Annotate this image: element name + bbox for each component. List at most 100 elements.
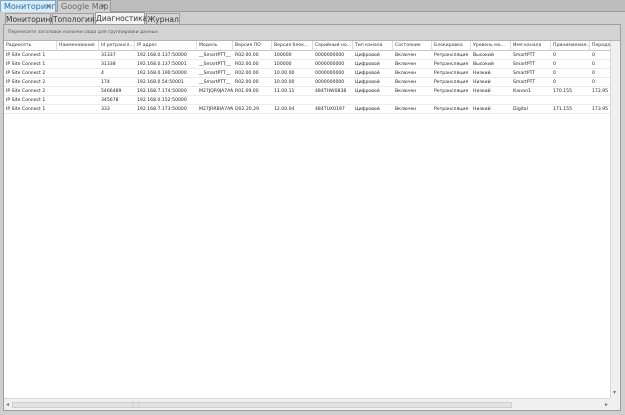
scroll-right-icon[interactable]: ▸ [605,401,608,408]
table-cell: SmartPTT [513,80,536,85]
table-cell: Низкий [473,89,491,94]
table-cell: IP Site Connect 2 [6,89,46,94]
doc-tab-google-map[interactable]: Google Map ✕ [57,0,111,12]
tab-diagnostics[interactable]: Диагностика [95,12,148,24]
table-cell [57,61,99,69]
column-header[interactable]: Передаваем... [590,41,610,51]
table-cell: 345678 [101,98,119,103]
table-cell: 192.168.0.152:50000 [137,98,187,103]
table-cell: 484TUX0197 [315,107,345,112]
table-cell: 174 [101,80,110,85]
column-header[interactable]: Радиосеть [4,41,57,51]
column-header[interactable]: Блокировка [432,41,471,51]
table-cell: __SmartPTT__ [199,53,231,58]
table-cell: IP Site Connect 1 [6,62,46,67]
table-cell: __SmartPTT__ [199,80,231,85]
scroll-left-icon[interactable]: ◂ [6,401,9,408]
column-header[interactable]: Состояние [393,41,432,51]
table-cell [471,97,511,105]
tab-journal[interactable]: Журнал [146,13,180,24]
table-cell: 0000000000 [315,80,345,85]
repeaters-grid: Радиосеть Наименование Id ретрансл... IP ад… [4,41,610,398]
table-cell: Цифровой [355,53,380,58]
column-header[interactable]: Имя канала [511,41,551,51]
table-cell: 192.168.0.190:50000 [137,71,187,76]
tab-label: Мониторинг [6,15,55,24]
table-cell: 0 [592,80,595,85]
table-cell: 11.00.11 [274,89,295,94]
table-cell [393,97,432,105]
table-cell: Digital [513,107,528,112]
table-cell: 192.168.0.137:50000 [137,53,187,58]
view-tab-strip: Мониторинг Топология Диагностика Журнал [3,12,622,24]
column-header[interactable]: Серийный но... [313,41,353,51]
table-row[interactable]: IP Site Connect 2 4 192.168.0.190:50000 __S… [4,70,610,78]
horizontal-scrollbar[interactable]: ◂ ⋮⋮ ▸ [4,398,610,410]
scroll-down-icon[interactable]: ▾ [613,389,616,396]
group-by-area[interactable]: Перенесите заголовок колонки сюда для гр… [4,25,620,41]
table-cell: Цифровой [355,107,380,112]
grid-header: Радиосеть Наименование Id ретрансл... IP ад… [4,41,610,51]
tab-label: Диагностика [96,14,148,23]
table-cell: IP Site Connect 1 [6,53,46,58]
column-header[interactable]: Тип канала [353,41,393,51]
table-cell: 12.00.04 [274,107,295,112]
table-cell: 10.00.00 [274,71,295,76]
table-cell: 31338 [101,62,116,67]
column-header[interactable]: Принимаемая... [551,41,590,51]
table-row[interactable]: IP Site Connect 2 174 192.168.0.54:50001 __… [4,79,610,87]
close-icon[interactable]: ✕ [45,1,52,13]
doc-tab-monitoring[interactable]: Мониторинг ✕ [0,0,56,12]
table-cell: Высокий [473,53,494,58]
scroll-thumb[interactable] [12,402,512,408]
table-cell [57,70,99,78]
column-header[interactable]: Версия блок... [272,41,313,51]
table-cell: 192.168.7.174:50000 [137,89,187,94]
table-cell: IP Site Connect 2 [6,80,46,85]
column-header[interactable]: Модель [197,41,233,51]
table-cell: SmartPTT [513,62,536,67]
table-cell: 0000000000 [315,62,345,67]
table-cell: 0000000000 [315,71,345,76]
app-window: Мониторинг ✕ Google Map ✕ Мониторинг Топ… [0,0,625,415]
table-cell [197,97,233,105]
tab-monitoring[interactable]: Мониторинг [5,13,55,24]
table-cell: 171.155 [553,107,572,112]
column-header[interactable]: IP адрес [135,41,197,51]
table-cell: Ретрансляция [434,53,469,58]
table-row[interactable]: IP Site Connect 1 31337 192.168.0.137:5000… [4,52,610,60]
table-cell: R02.00.00 [235,62,259,67]
column-header[interactable]: Наименование [57,41,99,51]
table-cell: 10.00.00 [274,80,295,85]
table-cell: R01.09.00 [235,89,259,94]
table-cell: 192.168.0.137:50001 [137,62,187,67]
column-header[interactable]: Версия ПО [233,41,272,51]
table-cell: Канал1 [513,89,531,94]
column-header[interactable]: Уровень мо... [471,41,511,51]
table-row[interactable]: IP Site Connect 1 333 192.168.7.173:50000 M… [4,106,610,114]
table-cell: Цифровой [355,62,380,67]
tab-topology[interactable]: Топология [52,13,94,24]
table-cell: 0 [553,53,556,58]
table-row[interactable]: IP Site Connect 2 5466489 192.168.7.174:50… [4,88,610,96]
table-cell: Цифровой [355,89,380,94]
table-cell [57,88,99,96]
table-cell: Низкий [473,107,491,112]
table-row[interactable]: IP Site Connect 1 31338 192.168.0.137:5000… [4,61,610,69]
column-header[interactable]: Id ретрансл... [99,41,135,51]
table-cell: Включен [395,107,417,112]
vertical-scrollbar[interactable]: ▾ [610,41,620,398]
table-cell: 0 [553,80,556,85]
table-cell: IP Site Connect 1 [6,98,46,103]
table-cell [272,97,313,105]
table-cell: Ретрансляция [434,62,469,67]
table-row[interactable]: IP Site Connect 1 345678 192.168.0.152:500… [4,97,610,105]
table-cell: 172.95 [592,89,609,94]
table-cell: 173.95 [592,107,609,112]
table-cell: 0 [592,62,595,67]
table-cell: 192.168.7.173:50000 [137,107,187,112]
table-cell: Ретрансляция [434,107,469,112]
table-cell: IP Site Connect 2 [6,71,46,76]
table-cell: R02.00.00 [235,53,259,58]
table-cell: 170.155 [553,89,572,94]
